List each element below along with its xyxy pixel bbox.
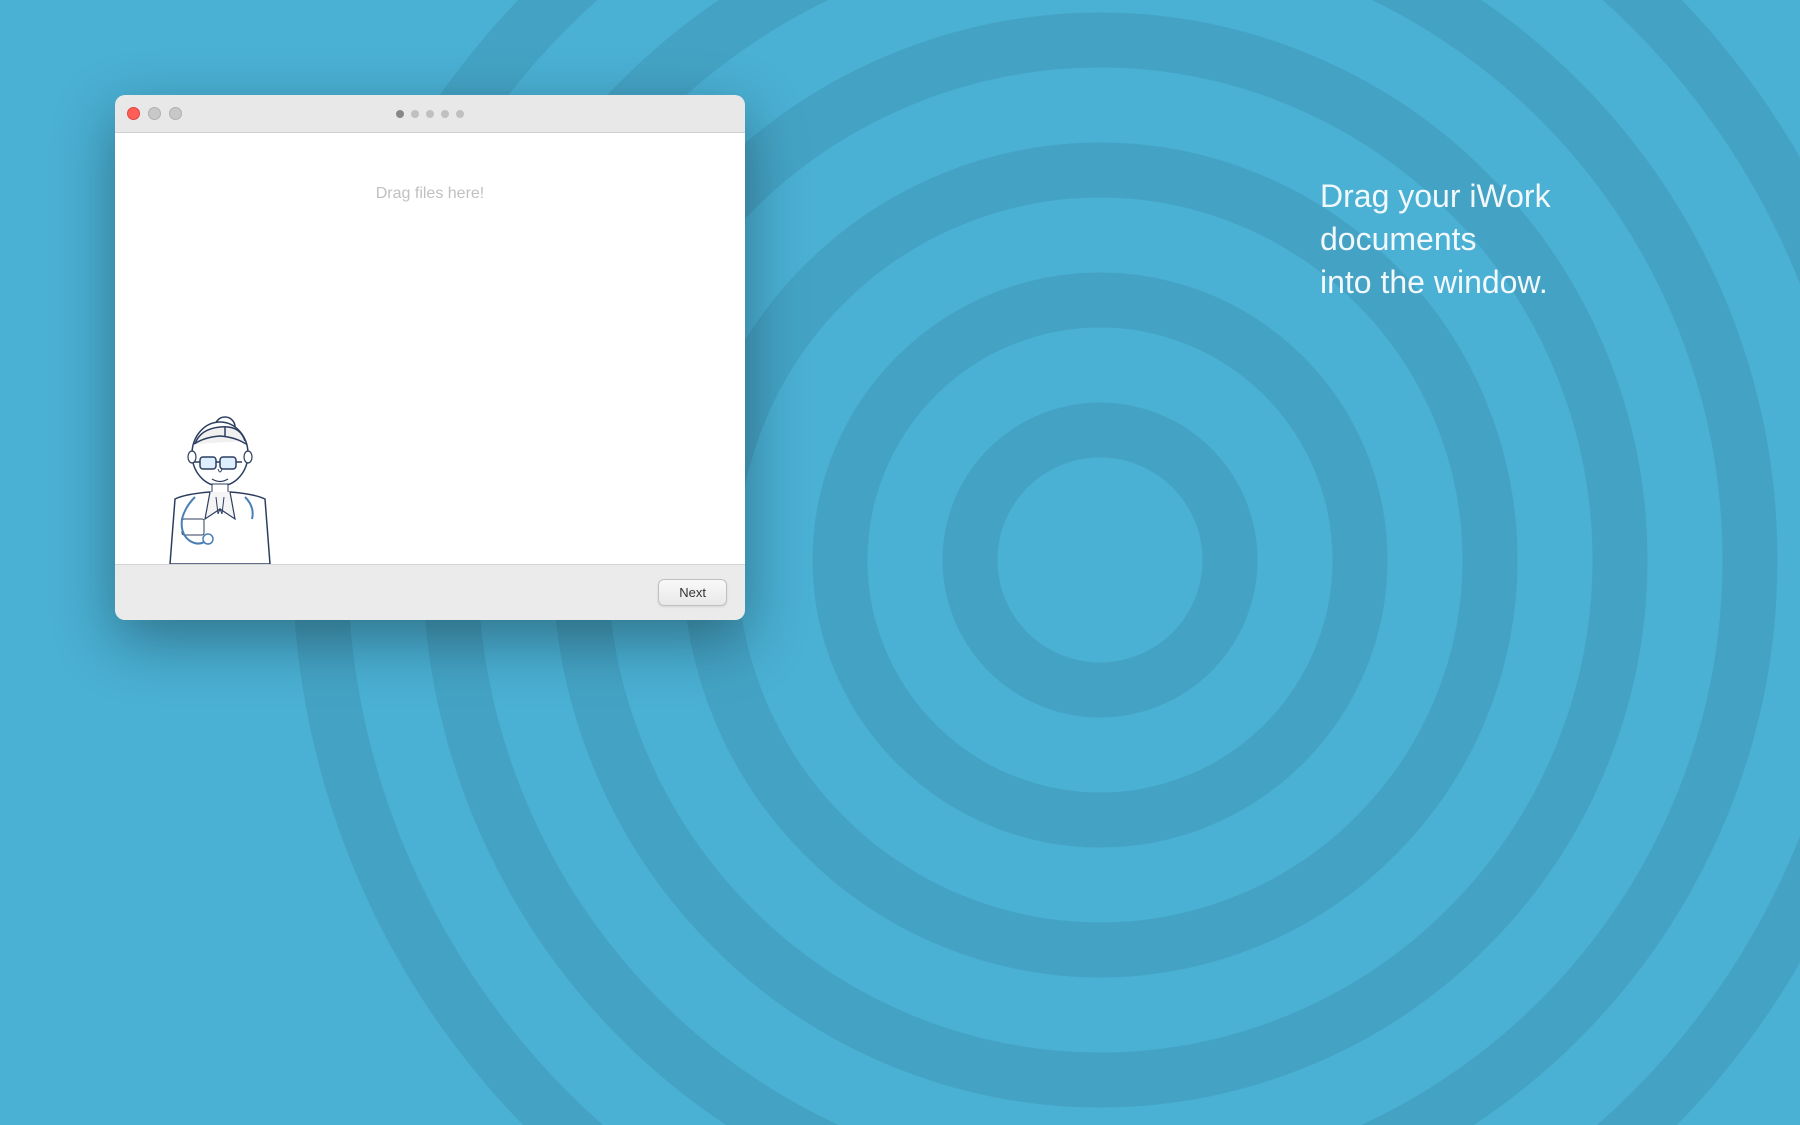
progress-dot-4 [441,110,449,118]
instruction-line1: Drag your iWork documents [1320,178,1551,257]
maximize-button[interactable] [169,107,182,120]
window-titlebar [115,95,745,133]
traffic-lights [127,107,182,120]
progress-dots [396,110,464,118]
window-content[interactable]: Drag files here! [115,133,745,564]
progress-dot-2 [411,110,419,118]
next-button[interactable]: Next [658,579,727,606]
instruction-line2: into the window. [1320,264,1548,300]
progress-dot-3 [426,110,434,118]
window-footer: Next [115,564,745,620]
minimize-button[interactable] [148,107,161,120]
doctor-illustration [140,389,295,564]
progress-dot-5 [456,110,464,118]
close-button[interactable] [127,107,140,120]
progress-dot-1 [396,110,404,118]
drag-hint-text: Drag files here! [376,185,485,203]
instruction-text: Drag your iWork documents into the windo… [1320,175,1680,305]
mac-window: Drag files here! [115,95,745,620]
